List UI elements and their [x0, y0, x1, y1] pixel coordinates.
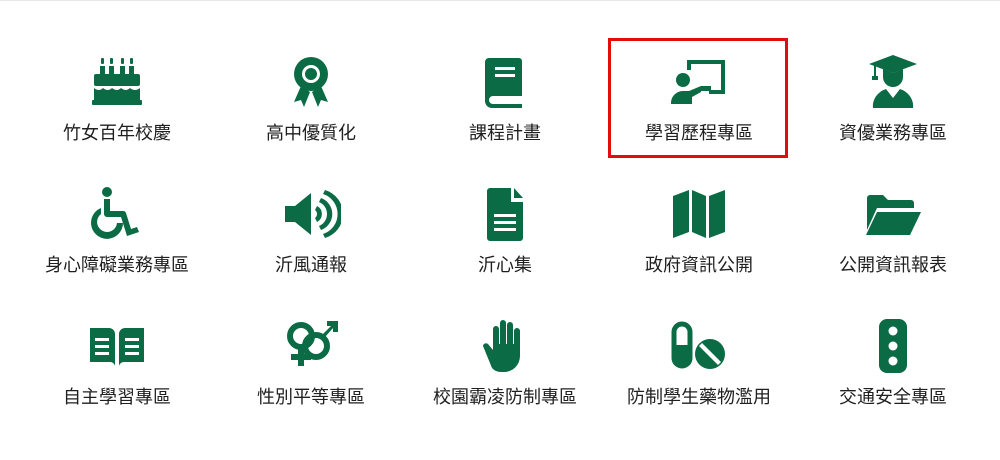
gender-venus-mars-icon — [279, 314, 343, 378]
tile-gifted-education[interactable]: 資優業務專區 — [798, 36, 988, 164]
tile-label: 學習歷程專區 — [645, 123, 753, 144]
document-icon — [473, 182, 537, 246]
tile-yifeng-bulletin[interactable]: 沂風通報 — [216, 168, 406, 296]
tile-label: 政府資訊公開 — [645, 255, 753, 276]
tile-government-info[interactable]: 政府資訊公開 — [604, 168, 794, 296]
tile-public-reports[interactable]: 公開資訊報表 — [798, 168, 988, 296]
tile-yixin-collection[interactable]: 沂心集 — [410, 168, 600, 296]
tile-quality-high-school[interactable]: 高中優質化 — [216, 36, 406, 164]
tile-centennial[interactable]: 竹女百年校慶 — [22, 36, 212, 164]
tile-label: 沂心集 — [478, 255, 532, 276]
birthday-cake-icon — [85, 50, 149, 114]
tile-label: 身心障礙業務專區 — [45, 255, 189, 276]
tile-label: 交通安全專區 — [839, 387, 947, 408]
pills-icon — [667, 314, 731, 378]
map-icon — [667, 182, 731, 246]
graduate-icon — [861, 50, 925, 114]
hand-stop-icon — [473, 314, 537, 378]
tile-label: 公開資訊報表 — [839, 255, 947, 276]
open-folder-icon — [861, 182, 925, 246]
volume-speaker-icon — [279, 182, 343, 246]
tile-label: 高中優質化 — [266, 123, 356, 144]
tile-label: 自主學習專區 — [63, 387, 171, 408]
tile-drug-abuse-prevention[interactable]: 防制學生藥物濫用 — [604, 300, 794, 428]
wheelchair-icon — [85, 182, 149, 246]
traffic-light-icon — [861, 314, 925, 378]
tile-special-education[interactable]: 身心障礙業務專區 — [22, 168, 212, 296]
top-divider — [0, 0, 1000, 1]
tile-label: 校園霸凌防制專區 — [433, 387, 577, 408]
teacher-board-icon — [667, 50, 731, 114]
award-ribbon-icon — [279, 50, 343, 114]
tile-gender-equality[interactable]: 性別平等專區 — [216, 300, 406, 428]
tile-anti-bullying[interactable]: 校園霸凌防制專區 — [410, 300, 600, 428]
tile-label: 竹女百年校慶 — [63, 123, 171, 144]
tile-label: 資優業務專區 — [839, 123, 947, 144]
tile-label: 沂風通報 — [275, 255, 347, 276]
tile-learning-portfolio[interactable]: 學習歷程專區 — [604, 36, 794, 164]
tile-label: 防制學生藥物濫用 — [627, 387, 771, 408]
tile-label: 性別平等專區 — [257, 387, 365, 408]
tile-self-directed-learning[interactable]: 自主學習專區 — [22, 300, 212, 428]
tile-label: 課程計畫 — [469, 123, 541, 144]
quick-links-grid: 竹女百年校慶 高中優質化 課程計畫 學習歷程專區 資優業務專區 身心障礙業務專區… — [22, 36, 988, 428]
book-icon — [473, 50, 537, 114]
tile-curriculum-plan[interactable]: 課程計畫 — [410, 36, 600, 164]
open-book-icon — [85, 314, 149, 378]
tile-traffic-safety[interactable]: 交通安全專區 — [798, 300, 988, 428]
